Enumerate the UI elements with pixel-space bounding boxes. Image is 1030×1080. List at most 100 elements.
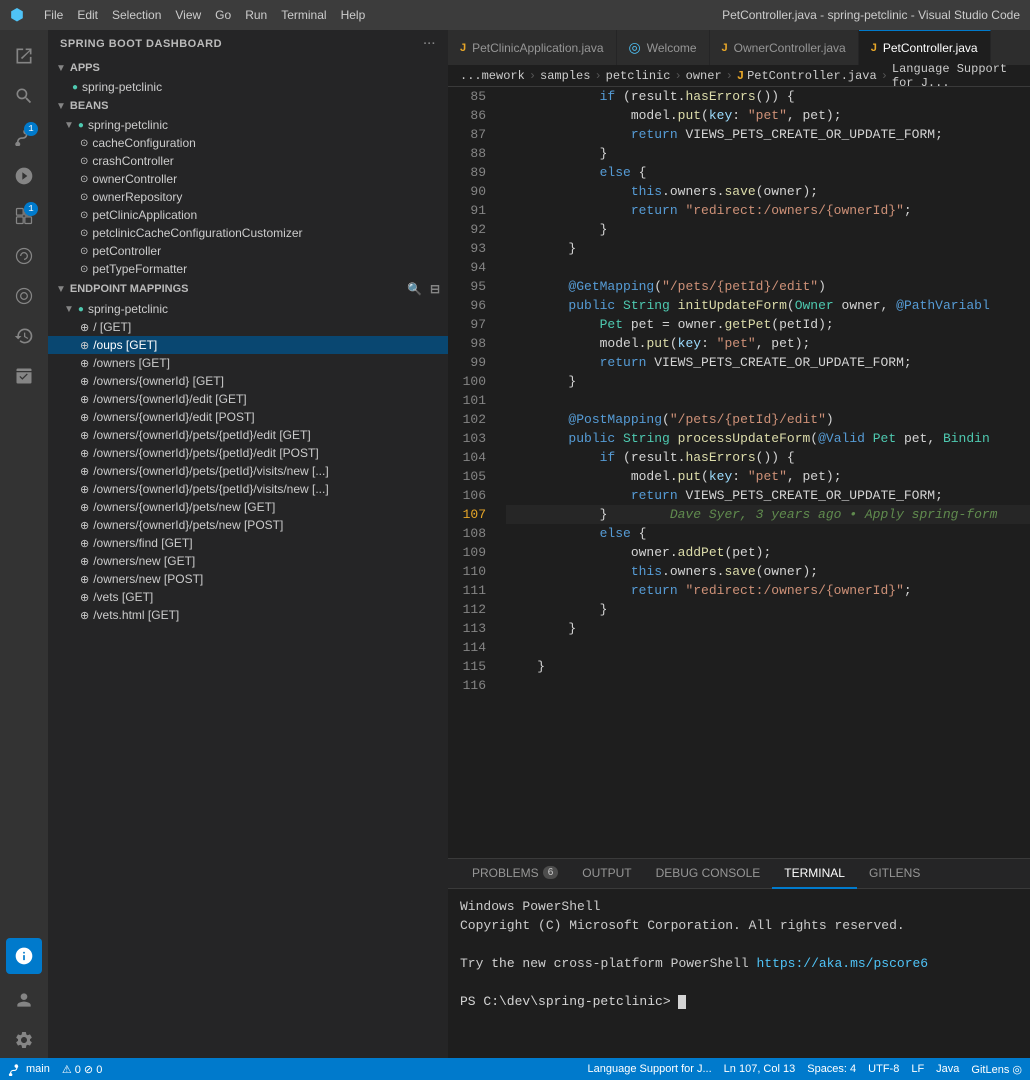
status-spaces[interactable]: Spaces: 4 [807,1063,856,1076]
explorer-icon[interactable] [6,38,42,74]
apps-section-header[interactable]: ▼ APPS [48,58,448,78]
tab-problems[interactable]: PROBLEMS 6 [460,859,570,889]
endpoint-get-owners-edit[interactable]: ⊕ /owners/{ownerId}/edit [GET] [48,390,448,408]
endpoint-link-icon-3: ⊕ [80,357,89,370]
status-eol[interactable]: LF [911,1063,924,1076]
tab-terminal[interactable]: TERMINAL [772,859,857,889]
menu-run[interactable]: Run [245,8,267,22]
tab-label-1: PetClinicApplication.java [472,41,603,55]
breadcrumb-petclinic[interactable]: petclinic [606,69,671,83]
terminal-link[interactable]: https://aka.ms/pscore6 [756,956,928,971]
endpoint-get-oups[interactable]: ⊕ /oups [GET] [48,336,448,354]
more-actions-button[interactable]: ··· [424,38,437,50]
tab-pet-controller[interactable]: J PetController.java [859,30,991,65]
sidebar-item-crashController[interactable]: ⊙ crashController [48,152,448,170]
status-lang-support[interactable]: Language Support for J... [588,1063,712,1076]
source-control-icon[interactable]: 1 [6,118,42,154]
endpoint-link-icon-15: ⊕ [80,573,89,586]
menu-go[interactable]: Go [215,8,231,22]
sidebar-item-petclinicCacheConfig[interactable]: ⊙ petclinicCacheConfigurationCustomizer [48,224,448,242]
tab-owner-controller[interactable]: J OwnerController.java [710,30,859,65]
breadcrumb-samples[interactable]: samples [540,69,590,83]
endpoint-visits-new-1[interactable]: ⊕ /owners/{ownerId}/pets/{petId}/visits/… [48,462,448,480]
sidebar-item-spring-petclinic-endpoints[interactable]: ▼ ● spring-petclinic [48,300,448,318]
endpoint-owners-new-get[interactable]: ⊕ /owners/new [GET] [48,552,448,570]
endpoint-get-owners-id[interactable]: ⊕ /owners/{ownerId} [GET] [48,372,448,390]
endpoint-get-root[interactable]: ⊕ / [GET] [48,318,448,336]
code-line-96: public String initUpdateForm(Owner owner… [506,296,1030,315]
remote-icon[interactable] [6,938,42,974]
endpoint-visits-new-2[interactable]: ⊕ /owners/{ownerId}/pets/{petId}/visits/… [48,480,448,498]
breadcrumb-file[interactable]: JPetController.java [737,69,877,83]
bean-label-6: petclinicCacheConfigurationCustomizer [92,226,302,240]
status-encoding[interactable]: UTF-8 [868,1063,899,1076]
endpoint-label-9: /owners/{ownerId}/pets/{petId}/visits/ne… [93,464,328,478]
test-icon[interactable] [6,358,42,394]
endpoint-pets-new-get[interactable]: ⊕ /owners/{ownerId}/pets/new [GET] [48,498,448,516]
gitlens-icon[interactable] [6,278,42,314]
ln-86: 86 [448,106,486,125]
tab-output[interactable]: OUTPUT [570,859,643,889]
sidebar-item-petTypeFormatter[interactable]: ⊙ petTypeFormatter [48,260,448,278]
endpoint-pets-new-post[interactable]: ⊕ /owners/{ownerId}/pets/new [POST] [48,516,448,534]
code-line-88: } [506,144,1030,163]
tab-icon-4: J [871,42,877,54]
endpoint-get-owners[interactable]: ⊕ /owners [GET] [48,354,448,372]
history-icon[interactable] [6,318,42,354]
endpoint-get-pets-edit[interactable]: ⊕ /owners/{ownerId}/pets/{petId}/edit [G… [48,426,448,444]
sidebar-item-cacheConfiguration[interactable]: ⊙ cacheConfiguration [48,134,448,152]
sidebar-item-spring-petclinic-beans[interactable]: ▼ ● spring-petclinic [48,116,448,134]
status-cursor-pos[interactable]: Ln 107, Col 13 [724,1063,796,1076]
endpoints-search-icon[interactable]: 🔍 [407,282,422,296]
sidebar-item-ownerRepository[interactable]: ⊙ ownerRepository [48,188,448,206]
tab-debug-console[interactable]: DEBUG CONSOLE [644,859,773,889]
terminal-line-3 [460,935,1018,954]
status-branch[interactable]: main [8,1062,50,1076]
sidebar-header-actions: ··· [424,38,437,50]
menu-edit[interactable]: Edit [77,8,98,22]
endpoint-post-owners-edit[interactable]: ⊕ /owners/{ownerId}/edit [POST] [48,408,448,426]
sidebar-item-spring-petclinic-app[interactable]: ● spring-petclinic [48,78,448,96]
tab-gitlens[interactable]: GITLENS [857,859,932,889]
breadcrumb-owner[interactable]: owner [686,69,722,83]
code-line-95: @GetMapping("/pets/{petId}/edit") [506,277,1030,296]
menu-terminal[interactable]: Terminal [281,8,326,22]
apps-label: APPS [70,62,100,74]
bean-icon-8: ⊙ [80,264,88,275]
menu-help[interactable]: Help [341,8,366,22]
sidebar-item-ownerController[interactable]: ⊙ ownerController [48,170,448,188]
debug-run-icon[interactable] [6,158,42,194]
tab-welcome[interactable]: ◎ Welcome [617,30,710,65]
endpoints-section-header[interactable]: ▼ ENDPOINT MAPPINGS 🔍 ⊟ [48,278,448,300]
endpoint-link-icon-1: ⊕ [80,321,89,334]
menu-view[interactable]: View [175,8,201,22]
bean-label-8: petTypeFormatter [92,262,187,276]
endpoint-post-pets-edit[interactable]: ⊕ /owners/{ownerId}/pets/{petId}/edit [P… [48,444,448,462]
status-gitlens[interactable]: GitLens ◎ [971,1063,1022,1076]
breadcrumb-lang-support[interactable]: Language Support for J... [892,62,1018,90]
endpoint-owners-new-post[interactable]: ⊕ /owners/new [POST] [48,570,448,588]
editor-content[interactable]: 85 86 87 88 89 90 91 92 93 94 95 96 97 9… [448,87,1030,858]
endpoint-vets-get[interactable]: ⊕ /vets [GET] [48,588,448,606]
endpoint-owners-find[interactable]: ⊕ /owners/find [GET] [48,534,448,552]
ln-98: 98 [448,334,486,353]
breadcrumb-framework[interactable]: ...mework [460,69,525,83]
ln-92: 92 [448,220,486,239]
spring-icon[interactable] [6,238,42,274]
endpoint-vets-html[interactable]: ⊕ /vets.html [GET] [48,606,448,624]
sidebar-item-petClinicApplication[interactable]: ⊙ petClinicApplication [48,206,448,224]
beans-section-header[interactable]: ▼ BEANS [48,96,448,116]
settings-icon[interactable] [6,1022,42,1058]
search-icon[interactable] [6,78,42,114]
menu-selection[interactable]: Selection [112,8,161,22]
sidebar-item-petController[interactable]: ⊙ petController [48,242,448,260]
menu-file[interactable]: File [44,8,63,22]
status-errors[interactable]: ⚠ 0 ⊘ 0 [62,1063,102,1076]
account-icon[interactable] [6,982,42,1018]
problems-label: PROBLEMS [472,866,539,880]
tab-petclinic-app[interactable]: J PetClinicApplication.java [448,30,617,65]
sidebar: Spring Boot Dashboard ··· ▼ APPS ● sprin… [48,30,448,1058]
endpoints-collapse-icon[interactable]: ⊟ [430,282,440,296]
extensions-icon[interactable]: 1 [6,198,42,234]
status-language[interactable]: Java [936,1063,959,1076]
